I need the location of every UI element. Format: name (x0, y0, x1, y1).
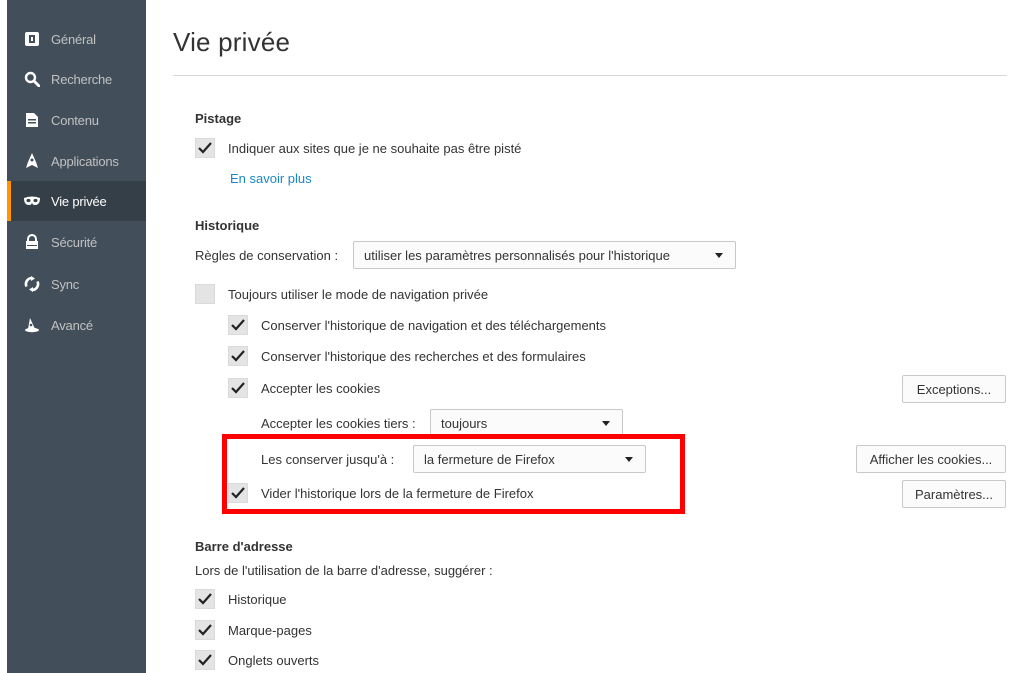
address-bar-description: Lors de l'utilisation de la barre d'adre… (195, 563, 493, 578)
search-icon (23, 70, 41, 88)
sidebar: Général Recherche Contenu Applications V… (7, 0, 146, 673)
sidebar-item-content[interactable]: Contenu (7, 100, 146, 140)
sidebar-item-label: Sync (51, 276, 80, 292)
keep-search-history-label[interactable]: Conserver l'historique des recherches et… (261, 349, 586, 364)
mask-icon (23, 192, 41, 210)
do-not-track-checkbox[interactable] (195, 138, 215, 158)
page-title: Vie privée (173, 27, 291, 57)
checkmark-icon (198, 654, 212, 666)
suggest-open-tabs-label[interactable]: Onglets ouverts (228, 653, 319, 668)
checkmark-icon (198, 593, 212, 605)
checkmark-icon (198, 624, 212, 636)
chevron-down-icon (602, 421, 610, 426)
sidebar-item-privacy[interactable]: Vie privée (7, 181, 146, 221)
sidebar-item-search[interactable]: Recherche (7, 59, 146, 99)
suggest-open-tabs-checkbox[interactable] (195, 650, 215, 670)
third-party-cookies-label: Accepter les cookies tiers : (261, 416, 416, 431)
suggest-bookmarks-checkbox[interactable] (195, 620, 215, 640)
history-heading: Historique (195, 218, 260, 233)
private-mode-checkbox[interactable] (195, 284, 215, 304)
window-edge (0, 0, 7, 673)
retention-rules-label: Règles de conservation : (195, 248, 339, 263)
sidebar-item-label: Sécurité (51, 234, 98, 250)
third-party-cookies-select[interactable]: toujours (430, 409, 623, 437)
third-party-cookies-value: toujours (441, 415, 488, 431)
sidebar-item-label: Général (51, 31, 96, 47)
checkmark-icon (198, 142, 212, 154)
sidebar-item-general[interactable]: Général (7, 19, 146, 59)
document-icon (23, 111, 41, 129)
settings-button[interactable]: Paramètres... (902, 480, 1006, 508)
checkmark-icon (231, 319, 245, 331)
sidebar-item-applications[interactable]: Applications (7, 141, 146, 181)
sidebar-item-sync[interactable]: Sync (7, 264, 146, 304)
sidebar-item-label: Avancé (51, 317, 93, 333)
checkmark-icon (231, 382, 245, 394)
keep-search-history-checkbox[interactable] (228, 346, 248, 366)
suggest-history-label[interactable]: Historique (228, 592, 287, 607)
exceptions-button[interactable]: Exceptions... (902, 375, 1006, 403)
sync-icon (23, 275, 41, 293)
do-not-track-label[interactable]: Indiquer aux sites que je ne souhaite pa… (228, 141, 521, 156)
sidebar-item-label: Contenu (51, 112, 99, 128)
accept-cookies-label[interactable]: Accepter les cookies (261, 381, 380, 396)
suggest-bookmarks-label[interactable]: Marque-pages (228, 623, 312, 638)
red-highlight-annotation (222, 434, 685, 514)
accept-cookies-checkbox[interactable] (228, 378, 248, 398)
keep-browsing-history-checkbox[interactable] (228, 315, 248, 335)
general-icon (23, 30, 41, 48)
chevron-down-icon (715, 253, 723, 258)
wizard-hat-icon (23, 316, 41, 334)
address-bar-heading: Barre d'adresse (195, 539, 293, 554)
sidebar-item-security[interactable]: Sécurité (7, 222, 146, 262)
lock-icon (23, 233, 41, 251)
sidebar-item-label: Vie privée (51, 193, 107, 209)
tracking-heading: Pistage (195, 111, 242, 126)
show-cookies-button[interactable]: Afficher les cookies... (856, 445, 1006, 473)
sidebar-item-label: Applications (51, 153, 119, 169)
title-divider (173, 75, 1007, 76)
sidebar-item-advanced[interactable]: Avancé (7, 305, 146, 345)
retention-rules-select[interactable]: utiliser les paramètres personnalisés po… (353, 241, 736, 269)
privacy-pane: Vie privée Pistage Indiquer aux sites qu… (146, 0, 1014, 673)
keep-browsing-history-label[interactable]: Conserver l'historique de navigation et … (261, 318, 606, 333)
learn-more-link[interactable]: En savoir plus (230, 171, 312, 186)
rocket-icon (23, 152, 41, 170)
private-mode-label[interactable]: Toujours utiliser le mode de navigation … (228, 287, 488, 302)
suggest-history-checkbox[interactable] (195, 589, 215, 609)
retention-rules-value: utiliser les paramètres personnalisés po… (364, 247, 670, 263)
checkmark-icon (231, 350, 245, 362)
sidebar-item-label: Recherche (51, 71, 113, 87)
